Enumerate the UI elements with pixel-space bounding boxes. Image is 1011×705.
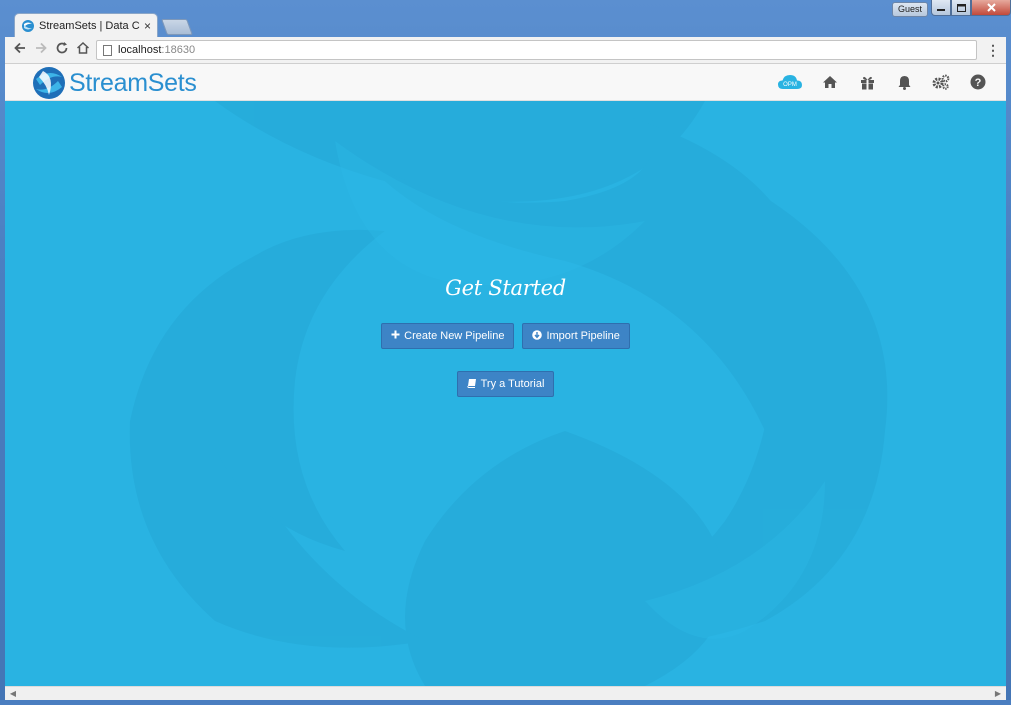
- window-controls: [931, 0, 1011, 16]
- streamsets-favicon-icon: [21, 19, 35, 33]
- arrow-right-icon: [36, 42, 47, 54]
- streamsets-logo-icon: [33, 67, 65, 99]
- get-started-panel: Get Started Create New Pipeline Import P…: [5, 276, 1006, 397]
- forward-button[interactable]: [32, 41, 50, 59]
- scroll-left-icon[interactable]: ◀: [7, 688, 19, 700]
- opm-label: OPM: [783, 82, 797, 88]
- opm-cloud-icon[interactable]: OPM: [777, 72, 803, 92]
- url-port: :18630: [161, 44, 196, 56]
- import-pipeline-label: Import Pipeline: [546, 330, 620, 342]
- window-bottom-border: [0, 700, 1011, 705]
- maximize-button[interactable]: [951, 0, 971, 16]
- gift-icon[interactable]: [857, 72, 877, 92]
- brand[interactable]: StreamSets: [31, 65, 197, 101]
- reload-button[interactable]: [53, 41, 71, 59]
- header-toolbar: OPM ?: [777, 72, 988, 92]
- bell-icon[interactable]: [894, 72, 914, 92]
- home-button[interactable]: [74, 41, 92, 59]
- reload-icon: [56, 42, 68, 54]
- plus-icon: [391, 330, 400, 342]
- tab-streamsets[interactable]: StreamSets | Data Collector ×: [14, 13, 158, 37]
- try-tutorial-button[interactable]: Try a Tutorial: [456, 371, 555, 397]
- browser-window-frame: StreamSets | Data Collector × Guest: [0, 0, 1011, 705]
- close-icon: [986, 3, 996, 12]
- new-tab-button[interactable]: [161, 19, 193, 35]
- try-tutorial-label: Try a Tutorial: [480, 378, 545, 390]
- url-host: localhost: [118, 44, 162, 56]
- page-icon: [103, 44, 112, 56]
- primary-actions: Create New Pipeline Import Pipeline: [5, 323, 1006, 349]
- home-icon[interactable]: [820, 72, 840, 92]
- secondary-actions: Try a Tutorial: [5, 371, 1006, 397]
- address-bar[interactable]: localhost:18630: [96, 40, 977, 60]
- profile-badge[interactable]: Guest: [892, 2, 928, 17]
- browser-toolbar: localhost:18630 ⋮: [5, 37, 1006, 64]
- house-icon: [76, 41, 90, 54]
- minimize-icon: [937, 8, 945, 11]
- horizontal-scrollbar[interactable]: ◀ ▶: [5, 686, 1006, 700]
- tab-close-icon[interactable]: ×: [144, 19, 151, 33]
- create-new-pipeline-label: Create New Pipeline: [404, 330, 505, 342]
- page-title: Get Started: [445, 276, 566, 300]
- minimize-button[interactable]: [931, 0, 951, 16]
- main-content: Get Started Create New Pipeline Import P…: [5, 101, 1006, 686]
- brand-name: StreamSets: [69, 68, 197, 97]
- maximize-icon: [956, 3, 966, 12]
- tab-title: StreamSets | Data Collector: [39, 19, 140, 32]
- import-pipeline-button[interactable]: Import Pipeline: [522, 323, 630, 349]
- help-icon[interactable]: ?: [968, 72, 988, 92]
- create-new-pipeline-button[interactable]: Create New Pipeline: [381, 323, 515, 349]
- circle-arrow-down-icon: [532, 329, 543, 343]
- scroll-right-icon[interactable]: ▶: [992, 688, 1004, 700]
- book-icon: [466, 378, 477, 391]
- back-button[interactable]: [11, 41, 29, 59]
- close-window-button[interactable]: [971, 0, 1011, 16]
- gears-icon[interactable]: [931, 72, 951, 92]
- tab-strip: StreamSets | Data Collector × Guest: [0, 0, 1011, 37]
- app-header: StreamSets OPM ?: [5, 64, 1006, 101]
- browser-menu-icon[interactable]: ⋮: [986, 41, 1000, 59]
- arrow-left-icon: [14, 42, 25, 54]
- svg-text:?: ?: [975, 77, 982, 89]
